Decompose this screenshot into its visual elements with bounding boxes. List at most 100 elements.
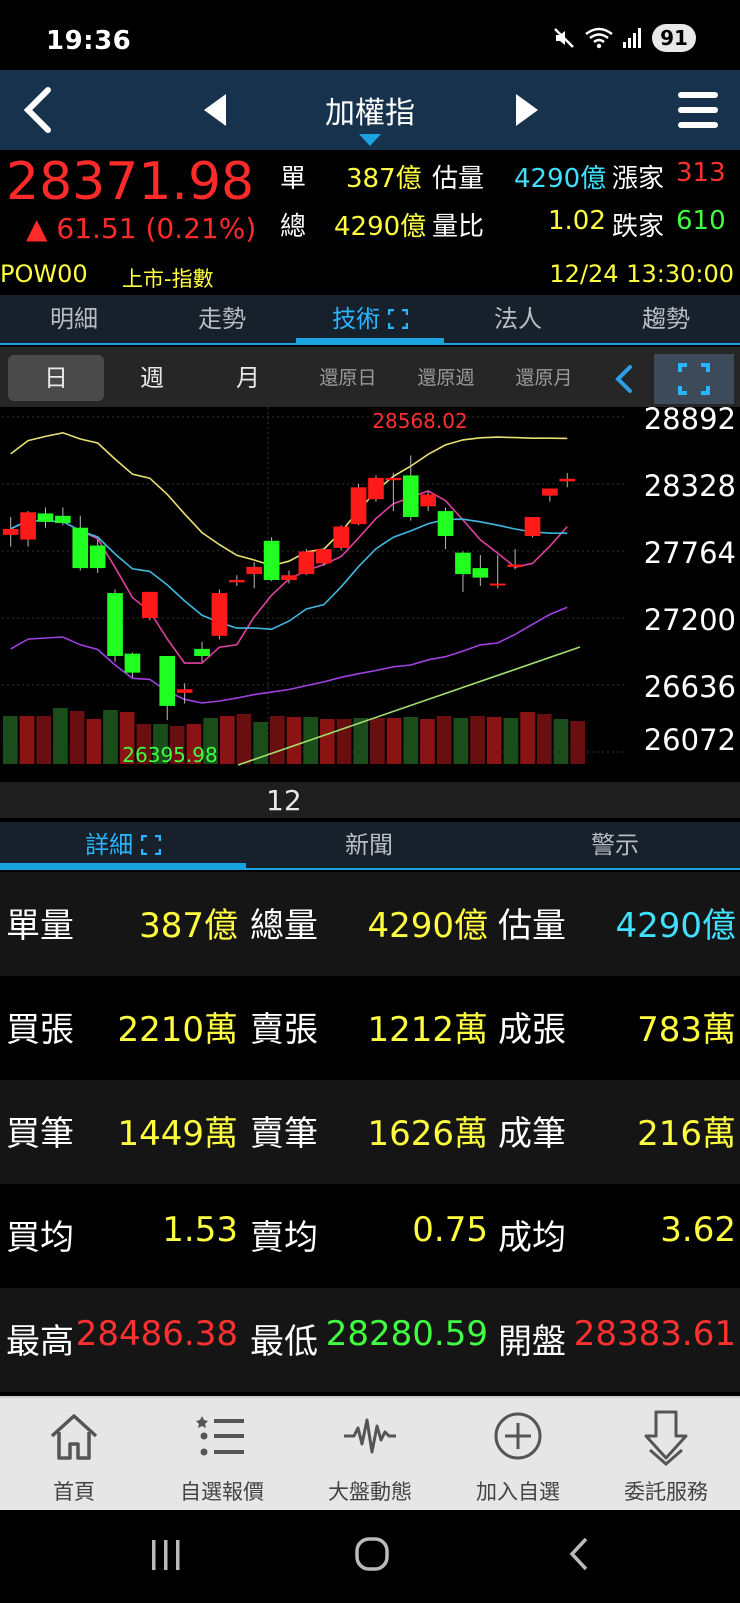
detail-value: 4290億 (615, 906, 736, 946)
tab-trend[interactable]: 走勢 (148, 295, 296, 343)
expand-icon (387, 308, 409, 330)
candle-body (159, 656, 176, 706)
candle-body (142, 591, 158, 618)
signal-icon (623, 28, 641, 48)
advancers-label: 漲家 (612, 164, 665, 194)
candle-body (20, 512, 36, 540)
y-tick-label: 28328 (644, 469, 736, 503)
period-month[interactable]: 月 (200, 355, 296, 401)
detail-label: 買張 (6, 1010, 74, 1050)
volume-bar (236, 714, 252, 764)
detail-label: 買筆 (6, 1114, 74, 1154)
y-tick-label: 27764 (644, 536, 736, 570)
scroll-left-icon[interactable] (612, 364, 636, 394)
candle-body (524, 517, 541, 537)
tab-alerts[interactable]: 警示 (492, 822, 738, 868)
nav-add-watch-label: 加入自選 (476, 1480, 560, 1504)
volume-bar (86, 719, 102, 764)
candle-body (176, 689, 193, 693)
tab-details[interactable]: 詳細 (0, 822, 246, 868)
volume-bar (486, 717, 502, 764)
candle-body (542, 488, 558, 496)
volume-bar (553, 719, 569, 764)
fullscreen-button[interactable] (654, 354, 734, 404)
candle-body (281, 575, 297, 580)
detail-value: 28383.61 (573, 1314, 736, 1354)
candle-body (350, 487, 367, 525)
candle-body (455, 552, 471, 575)
detail-label: 賣筆 (250, 1114, 318, 1154)
nav-order[interactable]: 委託服務 (592, 1398, 740, 1512)
detail-row: 買筆 1449萬 賣筆 1626萬 成筆 216萬 (0, 1080, 740, 1184)
tab-detail[interactable]: 明細 (0, 295, 148, 343)
system-nav (0, 1510, 740, 1603)
volume-bar (536, 714, 552, 764)
menu-icon[interactable] (676, 88, 720, 132)
wifi-icon (585, 27, 613, 49)
y-tick-label: 26636 (644, 670, 736, 704)
detail-row: 單量 387億 總量 4290億 估量 4290億 (0, 872, 740, 976)
volume-bar (403, 717, 419, 764)
candle-body (385, 477, 402, 481)
candle-body (107, 593, 123, 657)
detail-label: 最低 (250, 1322, 318, 1362)
candle-body (559, 478, 576, 482)
nav-home[interactable]: 首頁 (0, 1398, 148, 1512)
detail-value: 0.75 (412, 1210, 488, 1250)
candle-body (333, 526, 350, 548)
nav-market[interactable]: 大盤動態 (296, 1398, 444, 1512)
detail-value: 1449萬 (117, 1114, 238, 1154)
detail-value: 1.53 (162, 1210, 238, 1250)
main-tabs: 明細 走勢 技術 法人 趨勢 (0, 295, 740, 345)
candle-body (72, 527, 89, 569)
volume-bar (436, 716, 452, 764)
candle-body (263, 540, 280, 580)
recent-apps-icon[interactable] (148, 1538, 184, 1572)
tab-institutional[interactable]: 法人 (444, 295, 592, 343)
quote-datetime: 12/24 13:30:00 (549, 260, 734, 288)
home-button-icon[interactable] (354, 1536, 390, 1572)
next-symbol-icon[interactable] (512, 92, 542, 128)
market-type: 上市-指數 (122, 267, 214, 291)
nav-add-watch[interactable]: 加入自選 (444, 1398, 592, 1512)
period-adj-day[interactable]: 還原日 (300, 355, 396, 401)
total-volume-label: 總 (280, 212, 307, 242)
candle-body (211, 593, 228, 636)
tab-details-label: 詳細 (85, 831, 134, 859)
candle-body (298, 551, 315, 575)
detail-label: 賣張 (250, 1010, 318, 1050)
candle-body (472, 568, 489, 578)
candlestick-chart[interactable]: 28892 28328 27764 27200 26636 26072 28568.02 26… (0, 402, 740, 782)
detail-label: 成筆 (498, 1114, 566, 1154)
nav-watchlist-label: 自選報價 (180, 1480, 264, 1504)
list-icon (196, 1416, 244, 1456)
status-time: 19:36 (46, 26, 132, 56)
decliners-label: 跌家 (612, 212, 665, 242)
tab-tendency[interactable]: 趨勢 (592, 295, 740, 343)
period-week[interactable]: 週 (104, 355, 200, 401)
volume-bar (36, 716, 52, 764)
add-circle-icon (494, 1412, 542, 1460)
period-adj-week[interactable]: 還原週 (398, 355, 494, 401)
nav-watchlist[interactable]: 自選報價 (148, 1398, 296, 1512)
home-icon (50, 1414, 98, 1460)
detail-value: 216萬 (637, 1114, 736, 1154)
candle-body (37, 513, 54, 522)
period-adj-month[interactable]: 還原月 (496, 355, 592, 401)
quote-panel: 28371.98 ▲ 61.51 (0.21%) 單 387億 估量 4290億… (0, 150, 740, 295)
period-day[interactable]: 日 (8, 355, 104, 401)
system-back-icon[interactable] (566, 1536, 592, 1572)
tab-news[interactable]: 新聞 (246, 822, 492, 868)
nav-home-label: 首頁 (53, 1480, 95, 1504)
candle-body (507, 564, 523, 567)
high-label: 28568.02 (372, 409, 467, 433)
candle-body (420, 494, 436, 507)
tab-technical[interactable]: 技術 (296, 295, 444, 343)
detail-row: 買均 1.53 賣均 0.75 成均 3.62 (0, 1184, 740, 1288)
candle-body (55, 515, 71, 523)
est-volume-value: 4290億 (514, 164, 607, 194)
volume-bar (453, 718, 469, 764)
chart-x-label: 12 (266, 784, 302, 817)
index-change: ▲ 61.51 (0.21%) (26, 212, 257, 245)
page-title[interactable]: 加權指 (0, 88, 740, 132)
